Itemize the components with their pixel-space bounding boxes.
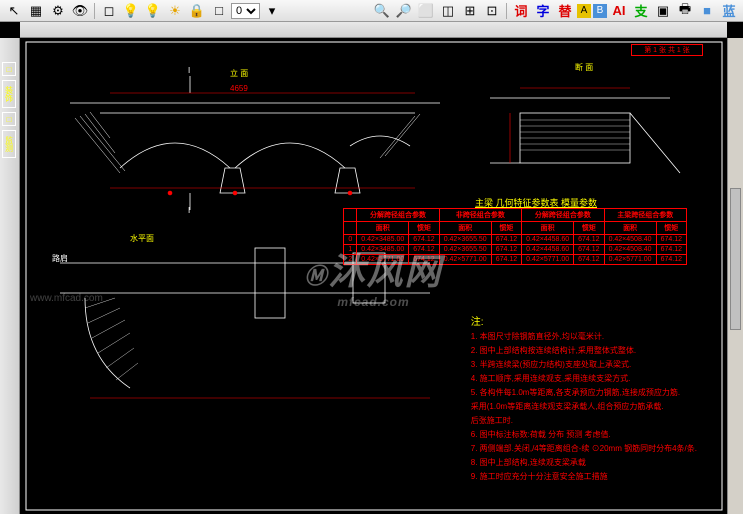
axis-label: 路肩 bbox=[52, 253, 68, 264]
cad-viewport: □ 装饰 □ 监测 第 1 张 共 1 张 bbox=[0, 22, 743, 514]
lan-button[interactable]: 蓝 bbox=[719, 2, 739, 20]
table-row: 10.42×3485.00674.120.42×3655.50674.120.4… bbox=[344, 245, 687, 255]
ai-button[interactable]: AI bbox=[609, 2, 629, 20]
eye-icon[interactable]: 👁 bbox=[70, 2, 90, 20]
blank-icon[interactable]: ◻ bbox=[99, 2, 119, 20]
zoom5-icon[interactable]: ⊞ bbox=[460, 2, 480, 20]
watermark-url: www.mfcad.com bbox=[30, 293, 103, 304]
sun-icon[interactable]: ☀ bbox=[165, 2, 185, 20]
note-item: 4. 施工顺序,采用连续观支,采用连续支梁方式. bbox=[471, 372, 697, 386]
drawing-content: 第 1 张 共 1 张 bbox=[20, 38, 727, 514]
bulb-off-icon[interactable]: 💡 bbox=[143, 2, 163, 20]
palette-item-2[interactable]: □ bbox=[2, 112, 16, 126]
value-select[interactable]: 0 bbox=[231, 3, 260, 19]
palette-item-1[interactable]: 装饰 bbox=[2, 80, 16, 108]
plan-title: 水平面 bbox=[130, 233, 154, 244]
print-icon[interactable]: 🖶 bbox=[675, 2, 695, 20]
table-row: 20.42×5771.00674.120.42×5771.00674.120.4… bbox=[344, 255, 687, 265]
lock-icon[interactable]: 🔒 bbox=[187, 2, 207, 20]
table-header-row: 分解跨径组合参数非跨径组合参数分解跨径组合参数主梁跨径组合参数 bbox=[344, 209, 687, 222]
span-dim: 4659 bbox=[230, 84, 248, 93]
note-item: 6. 图中标注标数:荷载 分布 预测 考虑值. bbox=[471, 428, 697, 442]
note-item: 后张施工时. bbox=[471, 414, 697, 428]
square-blue-icon[interactable]: ■ bbox=[697, 2, 717, 20]
section-mark-bottom: I bbox=[188, 206, 190, 215]
arrow-icon[interactable]: ↖ bbox=[4, 2, 24, 20]
text-zi2-button[interactable]: 支 bbox=[631, 2, 651, 20]
cad-canvas[interactable]: 第 1 张 共 1 张 bbox=[20, 38, 727, 514]
note-item: 5. 各构件每1.0m等距离,各支承预应力钢筋,连接成预应力筋. bbox=[471, 386, 697, 400]
chevron-down-icon[interactable]: ▾ bbox=[262, 2, 282, 20]
color-a-button[interactable]: A bbox=[577, 4, 591, 18]
note-item: 9. 施工时应充分十分注意安全施工措施 bbox=[471, 470, 697, 484]
palette-item-0[interactable]: □ bbox=[2, 62, 16, 76]
separator bbox=[506, 3, 507, 19]
zoom2-icon[interactable]: 🔎 bbox=[394, 2, 414, 20]
text-ci-button[interactable]: 词 bbox=[511, 2, 531, 20]
note-item: 采用(1.0m等距离连续观支梁承载人,组合预应力筋承载. bbox=[471, 400, 697, 414]
zoom6-icon[interactable]: ⊡ bbox=[482, 2, 502, 20]
sel-icon[interactable]: ▣ bbox=[653, 2, 673, 20]
notes-title: 注: bbox=[471, 316, 697, 330]
ruler-horizontal[interactable] bbox=[20, 22, 727, 38]
text-zi-button[interactable]: 字 bbox=[533, 2, 553, 20]
zoom1-icon[interactable]: 🔍 bbox=[372, 2, 392, 20]
note-item: 2. 图中上部结构按连续结构计,采用整体式整体. bbox=[471, 344, 697, 358]
gear-icon[interactable]: ⚙ bbox=[48, 2, 68, 20]
scrollbar-vertical[interactable] bbox=[727, 38, 743, 514]
note-item: 1. 本图尺寸除钢筋直径外,均以毫米计. bbox=[471, 330, 697, 344]
zoom4-icon[interactable]: ◫ bbox=[438, 2, 458, 20]
main-toolbar: ↖ ▦ ⚙ 👁 ◻ 💡 💡 ☀ 🔒 □ 0 ▾ 🔍 🔎 ⬜ ◫ ⊞ ⊡ 词 字 … bbox=[0, 0, 743, 22]
note-item: 8. 图中上部结构,连续观支梁承载 bbox=[471, 456, 697, 470]
separator bbox=[94, 3, 95, 19]
square-icon[interactable]: □ bbox=[209, 2, 229, 20]
ruler-vertical[interactable]: □ 装饰 □ 监测 bbox=[0, 38, 20, 514]
section-title: 断 面 bbox=[575, 62, 593, 73]
text-ti-button[interactable]: 替 bbox=[555, 2, 575, 20]
table-subheader-row: 面积惯矩面积惯矩面积惯矩面积惯矩 bbox=[344, 222, 687, 235]
table-row: 00.42×3485.00674.120.42×3655.50674.120.4… bbox=[344, 235, 687, 245]
color-b-button[interactable]: B bbox=[593, 4, 607, 18]
notes-block: 注: 1. 本图尺寸除钢筋直径外,均以毫米计. 2. 图中上部结构按连续结构计,… bbox=[471, 316, 697, 484]
note-item: 3. 半跨连续梁(预应力结构)支座处取上承梁式. bbox=[471, 358, 697, 372]
palette-item-3[interactable]: 监测 bbox=[2, 130, 16, 158]
parameter-table: 分解跨径组合参数非跨径组合参数分解跨径组合参数主梁跨径组合参数 面积惯矩面积惯矩… bbox=[343, 208, 687, 265]
bulb-yellow-icon[interactable]: 💡 bbox=[121, 2, 141, 20]
elevation-title: 立 面 bbox=[230, 68, 248, 79]
layers-icon[interactable]: ▦ bbox=[26, 2, 46, 20]
side-palette: □ 装饰 □ 监测 bbox=[2, 62, 18, 158]
note-item: 7. 两侧端部.关闭,/4等距离组合-续 ⊙20mm 钢筋同时分布4条/条. bbox=[471, 442, 697, 456]
zoom3-icon[interactable]: ⬜ bbox=[416, 2, 436, 20]
section-mark-top: I bbox=[188, 66, 190, 75]
